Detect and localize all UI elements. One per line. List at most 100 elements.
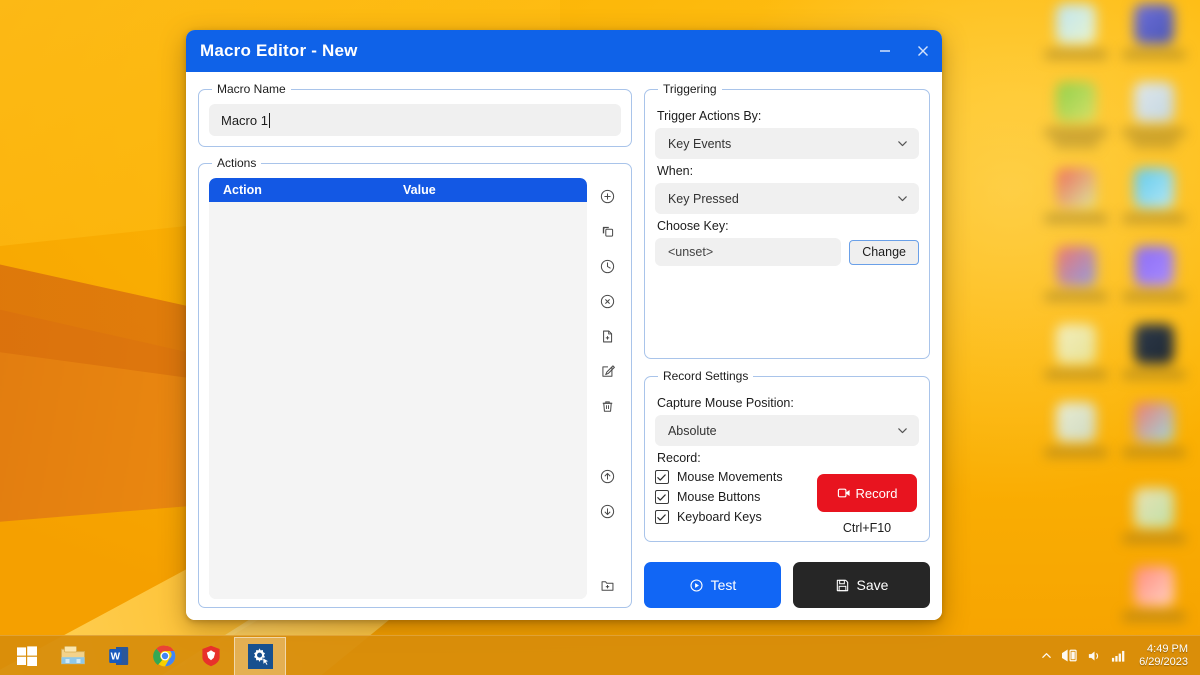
remove-action-icon	[601, 294, 615, 308]
trigger-by-select[interactable]: Key Events	[654, 128, 919, 159]
triggering-group: Triggering Trigger Actions By: Key Event…	[643, 82, 930, 359]
checkbox-mouse-buttons[interactable]: Mouse Buttons	[654, 490, 805, 504]
save-button[interactable]: Save	[792, 562, 930, 608]
close-icon	[918, 46, 928, 56]
desktop-icon[interactable]	[1038, 324, 1114, 402]
clock-date: 6/29/2023	[1139, 655, 1188, 668]
checkbox-mouse-movements[interactable]: Mouse Movements	[654, 470, 805, 484]
chrome-button[interactable]	[142, 637, 188, 675]
record-settings-group: Record Settings Capture Mouse Position: …	[643, 369, 930, 542]
word-button[interactable]: W	[96, 637, 142, 675]
delete-action-button[interactable]	[596, 394, 620, 418]
brave-button[interactable]	[188, 637, 234, 675]
when-value: Key Pressed	[667, 191, 739, 206]
move-down-icon	[601, 504, 615, 518]
test-button-label: Test	[710, 577, 737, 593]
column-header-value: Value	[403, 183, 436, 197]
choose-key-row: <unset> Change	[654, 238, 919, 266]
desktop-icon[interactable]	[1038, 82, 1114, 160]
chevron-down-icon	[896, 192, 909, 205]
chrome-icon	[153, 645, 176, 666]
window-titlebar[interactable]: Macro Editor - New	[186, 30, 942, 72]
taskbar: W 4:49 PM 6/29/2023	[0, 635, 1200, 675]
delay-button[interactable]	[596, 254, 620, 278]
column-header-action: Action	[223, 183, 262, 197]
volume-button[interactable]	[1087, 649, 1102, 663]
desktop-icon[interactable]	[1116, 566, 1192, 644]
signal-button[interactable]	[1111, 649, 1126, 663]
actions-legend: Actions	[217, 156, 257, 170]
desktop-icon[interactable]	[1116, 488, 1192, 566]
save-button-label: Save	[856, 577, 889, 593]
checkmark-icon	[657, 493, 667, 501]
macro-name-input[interactable]: Macro 1	[209, 104, 621, 136]
trigger-by-label: Trigger Actions By:	[656, 109, 762, 123]
duplicate-action-button[interactable]	[596, 219, 620, 243]
taskbar-apps: W	[0, 636, 286, 675]
remove-action-button[interactable]	[596, 289, 620, 313]
brave-lion-icon	[202, 645, 220, 666]
window-title: Macro Editor - New	[200, 41, 358, 60]
start-button[interactable]	[4, 637, 50, 675]
footer-buttons: Test Save	[643, 562, 930, 608]
desktop-icon[interactable]	[1116, 246, 1192, 324]
change-key-button[interactable]: Change	[849, 239, 919, 265]
capture-mouse-position-select[interactable]: Absolute	[654, 415, 919, 446]
desktop: Macro Editor - New Macro Name Macro 1 Ac…	[0, 0, 1200, 675]
network-icon	[1062, 649, 1077, 662]
new-file-icon	[603, 330, 613, 342]
checkmark-icon	[657, 513, 667, 521]
record-label: Record:	[656, 451, 701, 465]
capture-mouse-position-label: Capture Mouse Position:	[656, 396, 794, 410]
actions-toolbar	[595, 178, 621, 599]
minimize-button[interactable]	[866, 30, 904, 72]
when-select[interactable]: Key Pressed	[654, 183, 919, 214]
duplicate-action-icon	[603, 226, 614, 237]
open-folder-icon	[602, 580, 614, 591]
new-file-button[interactable]	[596, 324, 620, 348]
close-button[interactable]	[904, 30, 942, 72]
checkbox-box	[654, 510, 669, 524]
show-hidden-icons-button[interactable]	[1041, 650, 1052, 661]
desktop-icon[interactable]	[1038, 168, 1114, 246]
left-column: Macro Name Macro 1 Actions Action Value	[198, 82, 632, 608]
open-folder-button[interactable]	[596, 573, 620, 597]
gear-cursor-icon	[247, 643, 273, 669]
folder-icon	[61, 645, 85, 664]
record-hotkey-label: Ctrl+F10	[842, 521, 892, 535]
network-button[interactable]	[1061, 648, 1078, 663]
taskbar-clock[interactable]: 4:49 PM 6/29/2023	[1135, 643, 1192, 669]
test-play-icon	[690, 578, 703, 592]
text-caret	[268, 112, 270, 128]
actions-table[interactable]: Action Value	[209, 178, 587, 599]
desktop-icon[interactable]	[1038, 402, 1114, 480]
window-body: Macro Name Macro 1 Actions Action Value	[186, 72, 942, 620]
desktop-icon[interactable]	[1116, 402, 1192, 480]
edit-action-button[interactable]	[596, 359, 620, 383]
svg-text:W: W	[111, 651, 121, 662]
desktop-icon[interactable]	[1116, 82, 1192, 160]
macro-name-group: Macro Name Macro 1	[198, 82, 632, 147]
move-down-button[interactable]	[596, 499, 620, 523]
macro-app-button[interactable]	[234, 636, 286, 675]
desktop-icon[interactable]	[1116, 168, 1192, 246]
checkbox-label: Mouse Buttons	[676, 490, 761, 504]
desktop-icon[interactable]	[1116, 4, 1192, 82]
record-checkbox-list: Mouse Movements Mouse Buttons Keyboard K…	[654, 470, 805, 530]
checkbox-keyboard-keys[interactable]: Keyboard Keys	[654, 510, 805, 524]
test-button[interactable]: Test	[643, 562, 781, 608]
desktop-icon[interactable]	[1116, 324, 1192, 402]
desktop-icon[interactable]	[1038, 4, 1114, 82]
triggering-legend: Triggering	[662, 82, 717, 96]
record-camera-icon	[837, 488, 850, 498]
key-value-field[interactable]: <unset>	[654, 238, 842, 266]
actions-table-body[interactable]	[209, 202, 587, 599]
choose-key-label: Choose Key:	[656, 219, 729, 233]
add-action-button[interactable]	[596, 184, 620, 208]
move-up-button[interactable]	[596, 464, 620, 488]
desktop-icon[interactable]	[1038, 246, 1114, 324]
file-explorer-button[interactable]	[50, 637, 96, 675]
macro-name-value: Macro 1	[221, 112, 268, 128]
speaker-icon	[1088, 651, 1099, 660]
record-button[interactable]: Record	[817, 474, 917, 512]
